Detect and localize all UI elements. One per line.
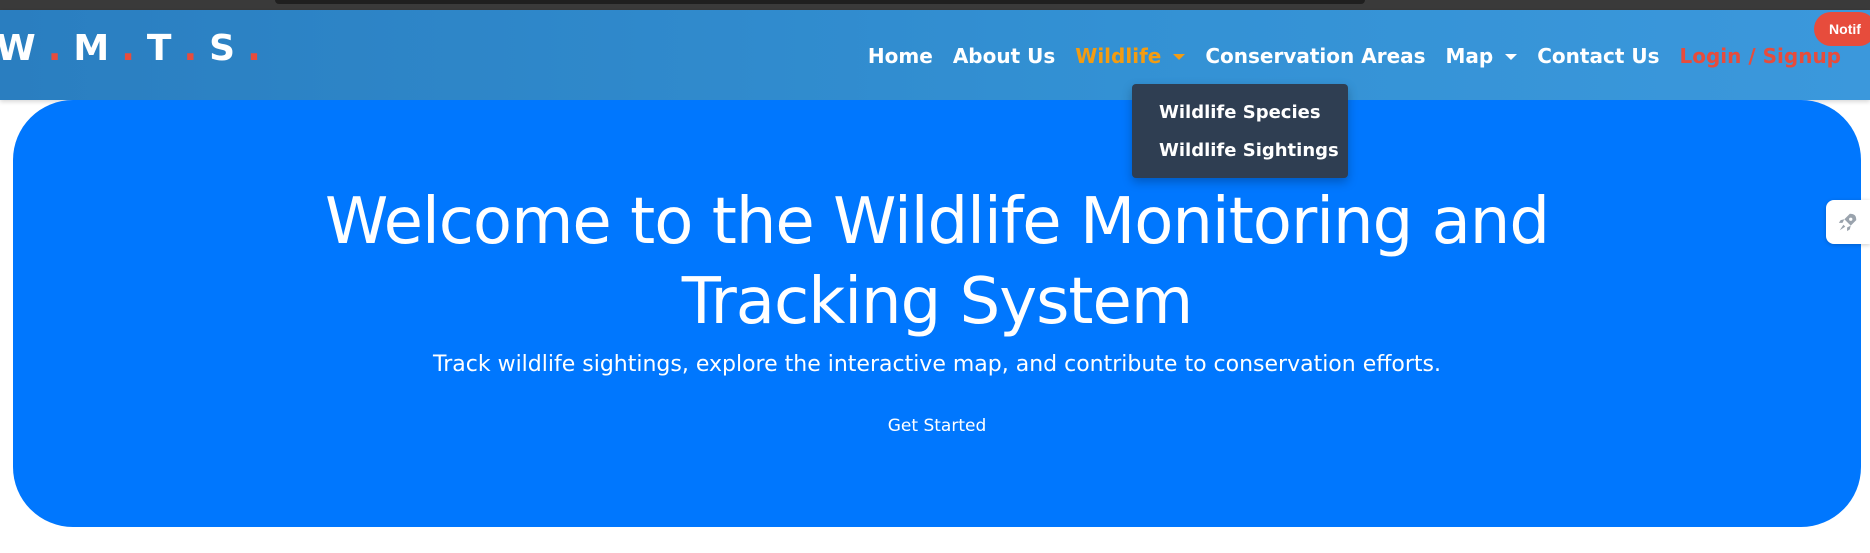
nav-login-link[interactable]: Login / Signup	[1670, 44, 1852, 68]
brand-logo[interactable]: W.M.T.S.	[0, 28, 273, 69]
browser-tab-edge	[275, 0, 1365, 4]
brand-dot: .	[247, 28, 263, 69]
brand-letter: W	[0, 28, 38, 69]
get-started-button[interactable]: Get Started	[13, 416, 1861, 436]
dropdown-item-wildlife-species[interactable]: Wildlife Species	[1159, 102, 1321, 123]
browser-top-strip	[0, 0, 1870, 10]
nav-conservation-link[interactable]: Conservation Areas	[1195, 44, 1435, 68]
caret-down-icon	[1173, 54, 1186, 60]
brand-letter: T	[146, 28, 174, 69]
hero-banner: Welcome to the Wildlife Monitoring and T…	[13, 100, 1861, 527]
hero-title: Welcome to the Wildlife Monitoring and T…	[13, 182, 1861, 342]
wildlife-dropdown-menu: Wildlife Species Wildlife Sightings	[1132, 84, 1348, 178]
navbar: W.M.T.S. Home About Us Wildlife Conserva…	[0, 10, 1870, 100]
nav-about-link[interactable]: About Us	[943, 44, 1065, 68]
brand-dot: .	[183, 28, 200, 69]
nav-map-dropdown[interactable]: Map	[1436, 44, 1528, 68]
nav-map-label: Map	[1445, 44, 1494, 68]
notification-badge[interactable]: Notif	[1814, 12, 1870, 46]
rocket-icon	[1838, 213, 1857, 232]
brand-dot: .	[121, 28, 137, 69]
nav-links: Home About Us Wildlife Conservation Area…	[858, 44, 1851, 68]
brand-letter: M	[73, 28, 112, 69]
hero-title-line-1: Welcome to the Wildlife Monitoring and	[325, 185, 1550, 259]
brand-dot: .	[47, 28, 64, 69]
side-floating-tab[interactable]	[1826, 200, 1870, 244]
nav-wildlife-dropdown[interactable]: Wildlife	[1065, 44, 1195, 68]
hero-subtitle: Track wildlife sightings, explore the in…	[433, 352, 1441, 377]
dropdown-item-wildlife-sightings[interactable]: Wildlife Sightings	[1159, 140, 1339, 161]
nav-wildlife-label: Wildlife	[1075, 44, 1162, 68]
brand-letter: S	[209, 28, 238, 69]
nav-home-link[interactable]: Home	[858, 44, 943, 68]
hero-title-line-2: Tracking System	[681, 265, 1193, 339]
caret-down-icon	[1505, 54, 1518, 60]
nav-contact-link[interactable]: Contact Us	[1527, 44, 1669, 68]
